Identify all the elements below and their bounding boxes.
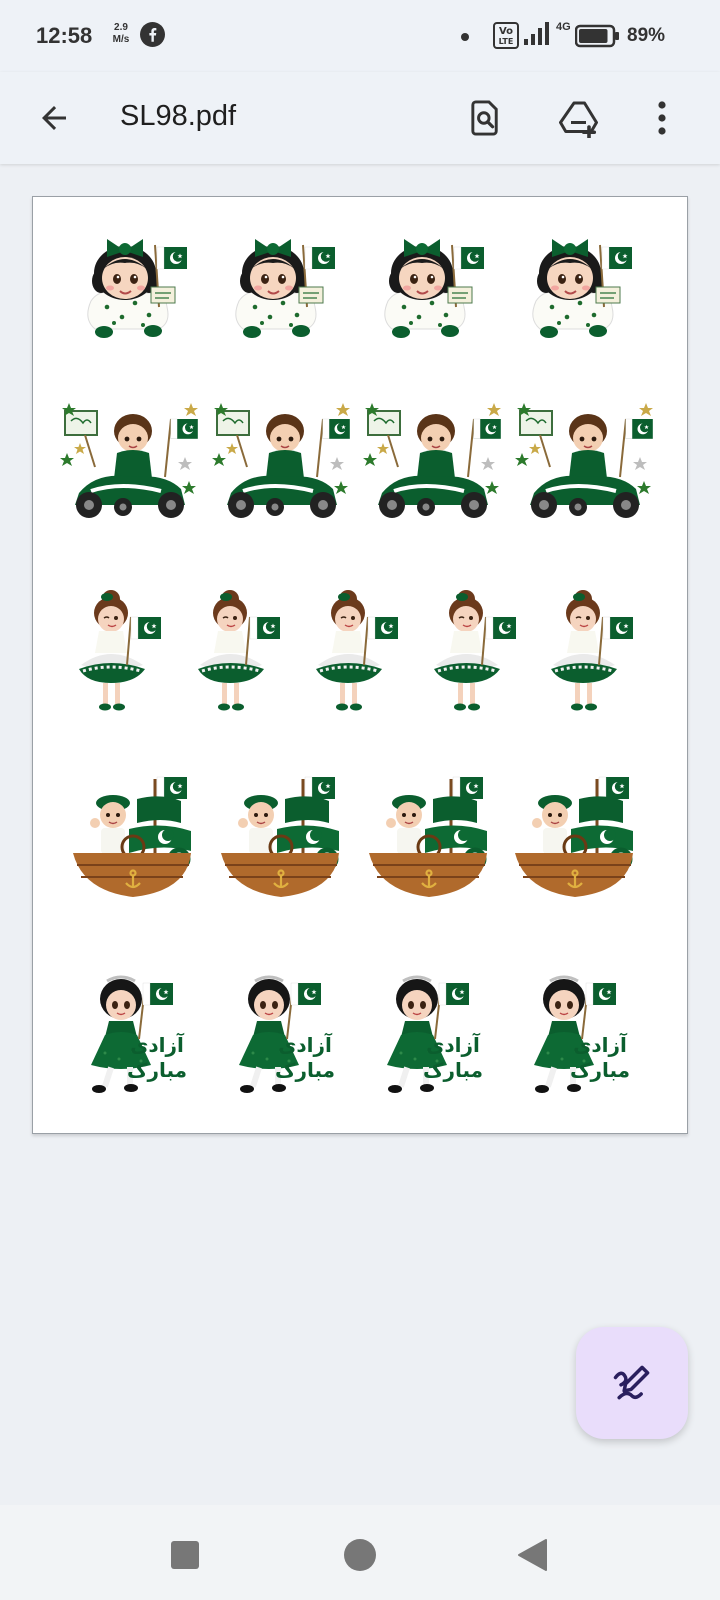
sticker-row-5: آزادی مبارک آزادی مبارک آزادی مبارک آزاد… bbox=[91, 977, 630, 1093]
network-type: 4G bbox=[556, 21, 571, 33]
pdf-page[interactable]: آزادی مبارک آزادی مبارک آزادی مبارک آزاد… bbox=[32, 196, 688, 1134]
status-time: 12:58 bbox=[36, 23, 93, 48]
page-artwork: آزادی مبارک آزادی مبارک آزادی مبارک آزاد… bbox=[33, 197, 689, 1135]
sticker-caption-line2: مبارک bbox=[275, 1058, 335, 1082]
annotate-fab-button[interactable] bbox=[576, 1327, 688, 1439]
sticker-row-1 bbox=[88, 239, 632, 338]
back-icon bbox=[42, 106, 66, 130]
find-in-document-button[interactable] bbox=[462, 94, 510, 142]
home-button[interactable] bbox=[335, 1530, 385, 1580]
more-options-button[interactable] bbox=[638, 94, 686, 142]
sticker-caption-line2: مبارک bbox=[127, 1058, 187, 1082]
volte-icon: Vo LTE bbox=[493, 22, 519, 54]
battery-icon bbox=[574, 24, 621, 53]
battery-percentage: 89% bbox=[627, 25, 666, 46]
document-title: SL98.pdf bbox=[120, 100, 237, 132]
more-vert-icon bbox=[658, 101, 666, 135]
edit-annotate-icon bbox=[613, 1365, 650, 1400]
recents-button[interactable] bbox=[160, 1530, 210, 1580]
find-in-document-icon bbox=[471, 100, 498, 136]
sticker-caption-line1: آزادی bbox=[426, 1032, 481, 1057]
back-button[interactable] bbox=[30, 94, 78, 142]
recents-square-icon bbox=[171, 1541, 199, 1569]
sticker-caption-line1: آزادی bbox=[573, 1032, 628, 1057]
add-to-drive-button[interactable] bbox=[556, 94, 604, 142]
app-bar: SL98.pdf bbox=[0, 72, 720, 164]
sticker-row-3 bbox=[79, 590, 633, 711]
status-bar: 12:58 2.9 M/s Vo LTE 4G 89% bbox=[0, 0, 720, 72]
volte-label-bottom: LTE bbox=[499, 37, 514, 46]
sticker-row-2 bbox=[60, 403, 653, 518]
sticker-row-4 bbox=[73, 777, 633, 897]
sticker-caption-line1: آزادی bbox=[130, 1032, 185, 1057]
add-to-drive-icon bbox=[559, 101, 598, 138]
signal-icon bbox=[524, 22, 554, 51]
facebook-icon bbox=[140, 22, 165, 52]
sticker-caption-line2: مبارک bbox=[570, 1058, 630, 1082]
sticker-caption-line2: مبارک bbox=[423, 1058, 483, 1082]
volte-label-top: Vo bbox=[499, 26, 513, 37]
sticker-caption-line1: آزادی bbox=[278, 1032, 333, 1057]
system-nav-bar bbox=[0, 1505, 720, 1600]
network-speed: 2.9 M/s bbox=[112, 22, 130, 45]
back-triangle-icon bbox=[518, 1539, 547, 1571]
nav-back-button[interactable] bbox=[507, 1530, 557, 1580]
home-circle-icon bbox=[344, 1539, 376, 1571]
notification-dot bbox=[461, 33, 469, 41]
